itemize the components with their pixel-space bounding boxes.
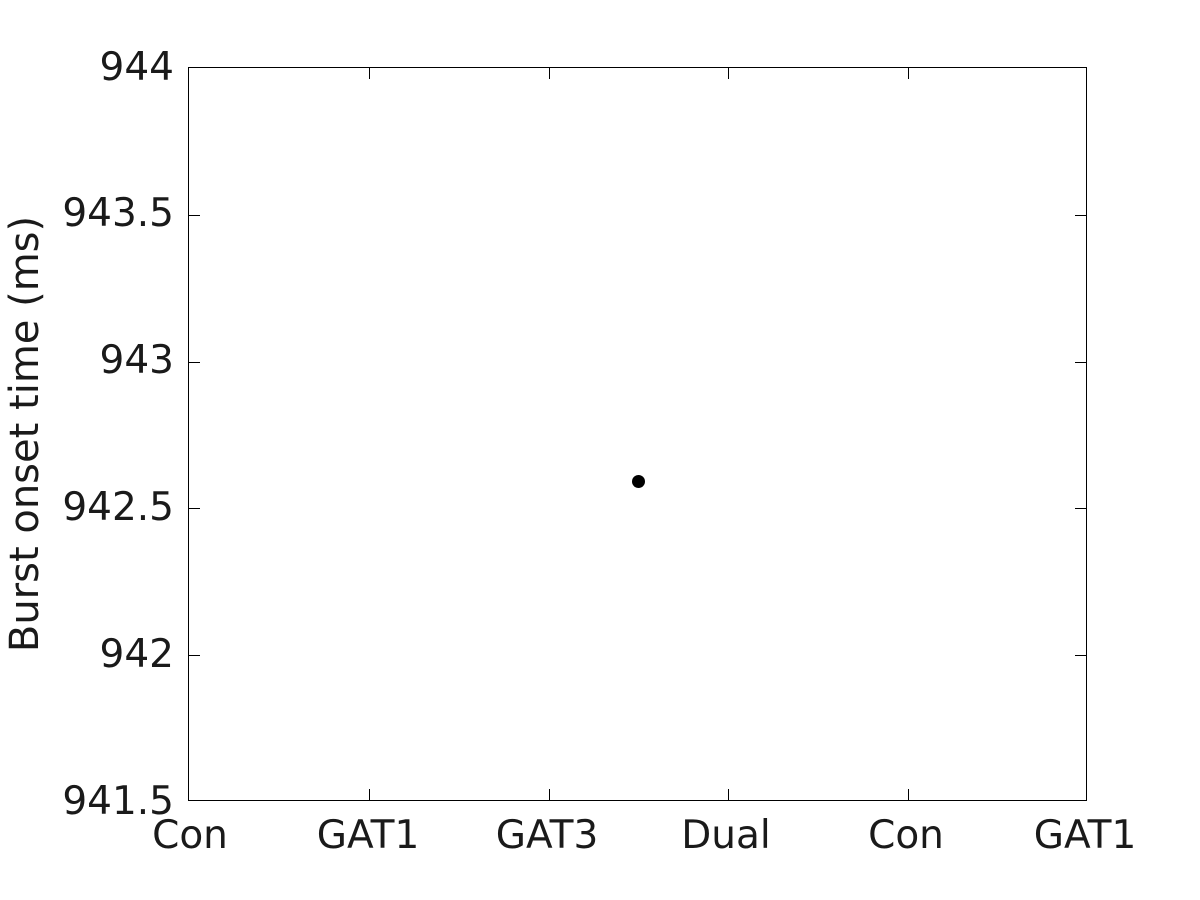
y-tick-label-5: 944 [99,44,174,90]
x-tick-label-5: GAT1 [1033,813,1137,858]
y-tick-label-3: 943 [99,338,174,384]
x-tick-label-0: Con [152,813,228,858]
data-point-marker[interactable] [632,475,645,489]
data-layer [189,68,1086,800]
x-tick-label-4: Con [868,813,944,858]
y-tick-label-4: 943.5 [62,191,174,237]
x-tick-label-3: Dual [681,813,771,858]
y-axis-label: Burst onset time (ms) [2,215,48,653]
y-tick-label-1: 942 [99,631,174,677]
figure-container: Burst onset time (ms) 941.5 942 942.5 94… [0,0,1200,900]
x-tick-label-2: GAT3 [495,813,599,858]
plot-area[interactable] [188,67,1087,801]
x-tick-label-1: GAT1 [316,813,420,858]
y-tick-label-2: 942.5 [62,484,174,530]
